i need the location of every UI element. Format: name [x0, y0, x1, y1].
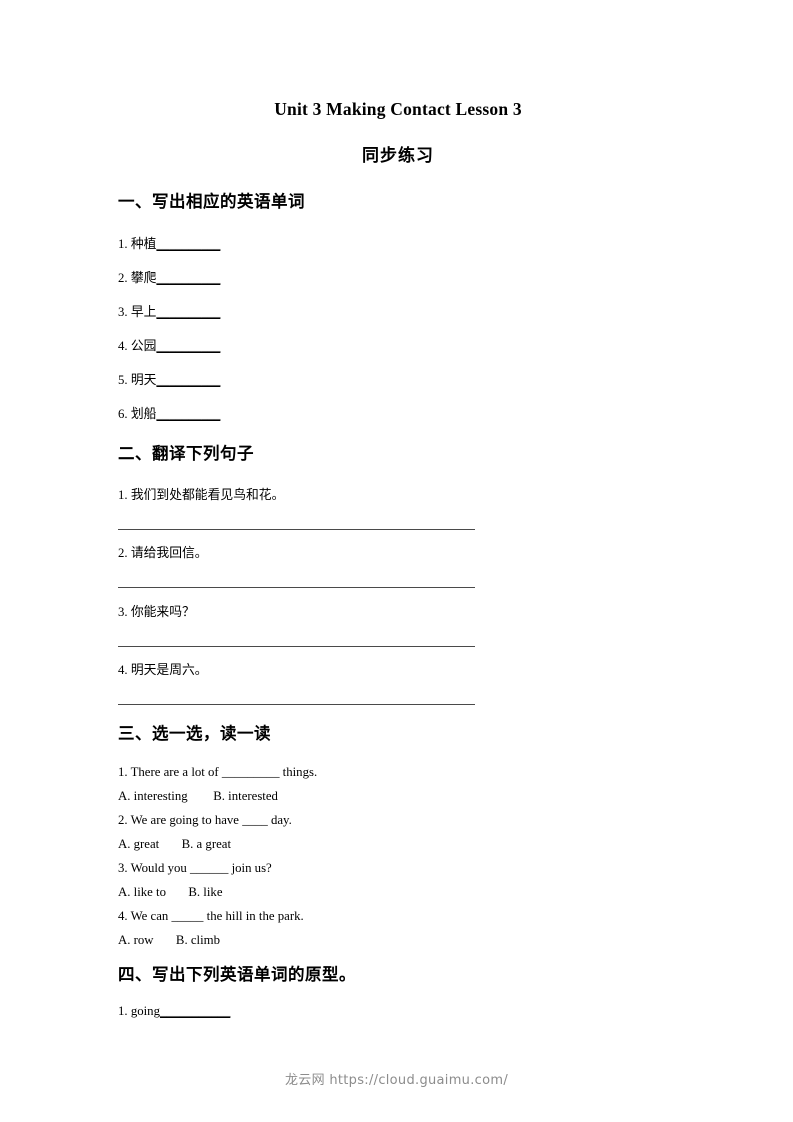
- item-question: Would you ______ join us?: [130, 861, 272, 875]
- item-number: 1.: [118, 488, 128, 502]
- section-3: 三、选一选，读一读: [118, 720, 271, 744]
- section-1-item-2: 2. 攀爬__________: [118, 271, 220, 286]
- item-number: 6.: [118, 407, 128, 421]
- answer-line[interactable]: [118, 704, 475, 705]
- section-heading-3: 三、选一选，读一读: [118, 724, 271, 743]
- answer-blank[interactable]: __________: [156, 305, 220, 319]
- section-3-options-2[interactable]: A. great B. a great: [118, 837, 231, 852]
- item-prompt: 公园: [130, 339, 157, 353]
- answer-blank[interactable]: __________: [156, 237, 220, 251]
- answer-blank[interactable]: __________: [156, 271, 220, 285]
- answer-blank[interactable]: __________: [156, 339, 220, 353]
- section-3-item-1: 1. There are a lot of _________ things.: [118, 765, 317, 780]
- item-prompt: 你能来吗？: [130, 605, 195, 619]
- section-heading-2: 二、翻译下列句子: [118, 444, 254, 463]
- item-prompt: 种植: [130, 237, 157, 251]
- answer-line[interactable]: [118, 646, 475, 647]
- item-question: There are a lot of _________ things.: [130, 765, 318, 779]
- section-1-item-4: 4. 公园__________: [118, 339, 220, 354]
- item-prompt: 明天: [130, 373, 157, 387]
- item-number: 3.: [118, 605, 128, 619]
- item-prompt: 划船: [130, 407, 157, 421]
- item-number: 4.: [118, 663, 128, 677]
- footer-watermark: 龙云网 https://cloud.guaimu.com/: [284, 1073, 508, 1088]
- section-1: 一、写出相应的英语单词: [118, 188, 305, 212]
- option-list[interactable]: A. row B. climb: [118, 933, 220, 948]
- option-list[interactable]: A. great B. a great: [118, 837, 231, 852]
- section-heading-1: 一、写出相应的英语单词: [118, 192, 305, 211]
- item-number: 5.: [118, 373, 128, 387]
- document-body: Unit 3 Making Contact Lesson 3 同步练习 一、写出…: [118, 0, 678, 1018]
- item-number: 4.: [118, 909, 128, 923]
- section-2-item-3: 3. 你能来吗？: [118, 605, 195, 620]
- section-2-item-4: 4. 明天是周六。: [118, 663, 208, 678]
- section-1-item-5: 5. 明天__________: [118, 373, 220, 388]
- item-number: 1.: [118, 237, 128, 251]
- section-1-item-6: 6. 划船__________: [118, 407, 220, 422]
- item-number: 4.: [118, 339, 128, 353]
- section-heading-4: 四、写出下列英语单词的原型。: [118, 965, 356, 984]
- section-3-item-2: 2. We are going to have ____ day.: [118, 813, 292, 828]
- item-number: 2.: [118, 813, 128, 827]
- section-3-item-4: 4. We can _____ the hill in the park.: [118, 909, 304, 924]
- item-number: 3.: [118, 861, 128, 875]
- option-list[interactable]: A. like to B. like: [118, 885, 223, 900]
- section-3-item-3: 3. Would you ______ join us?: [118, 861, 272, 876]
- section-1-item-1: 1. 种植__________: [118, 237, 220, 252]
- item-question: We can _____ the hill in the park.: [130, 909, 304, 923]
- section-3-options-3[interactable]: A. like to B. like: [118, 885, 223, 900]
- answer-line[interactable]: [118, 529, 475, 530]
- page-subtitle: 同步练习: [362, 146, 434, 166]
- item-prompt: 明天是周六。: [130, 663, 208, 677]
- item-number: 2.: [118, 546, 128, 560]
- item-prompt: 我们到处都能看见鸟和花。: [130, 488, 285, 502]
- page-title: Unit 3 Making Contact Lesson 3: [274, 99, 522, 119]
- section-1-item-3: 3. 早上__________: [118, 305, 220, 320]
- option-list[interactable]: A. interesting B. interested: [118, 789, 278, 804]
- section-2-item-2: 2. 请给我回信。: [118, 546, 208, 561]
- section-4-item-1: 1. going___________: [118, 1004, 230, 1019]
- answer-blank[interactable]: __________: [156, 373, 220, 387]
- item-prompt: 请给我回信。: [130, 546, 208, 560]
- answer-blank[interactable]: ___________: [160, 1004, 230, 1018]
- section-2: 二、翻译下列句子: [118, 440, 254, 464]
- item-number: 1.: [118, 765, 128, 779]
- answer-blank[interactable]: __________: [156, 407, 220, 421]
- answer-line[interactable]: [118, 587, 475, 588]
- section-2-item-1: 1. 我们到处都能看见鸟和花。: [118, 488, 284, 503]
- item-prompt: 攀爬: [130, 271, 157, 285]
- item-number: 3.: [118, 305, 128, 319]
- section-3-options-1[interactable]: A. interesting B. interested: [118, 789, 278, 804]
- worksheet-page: Unit 3 Making Contact Lesson 3 同步练习 一、写出…: [0, 0, 793, 1122]
- item-number: 1.: [118, 1004, 128, 1018]
- item-prompt: going: [130, 1004, 160, 1018]
- item-question: We are going to have ____ day.: [130, 813, 292, 827]
- section-4: 四、写出下列英语单词的原型。: [118, 961, 356, 985]
- item-prompt: 早上: [130, 305, 157, 319]
- item-number: 2.: [118, 271, 128, 285]
- section-3-options-4[interactable]: A. row B. climb: [118, 933, 220, 948]
